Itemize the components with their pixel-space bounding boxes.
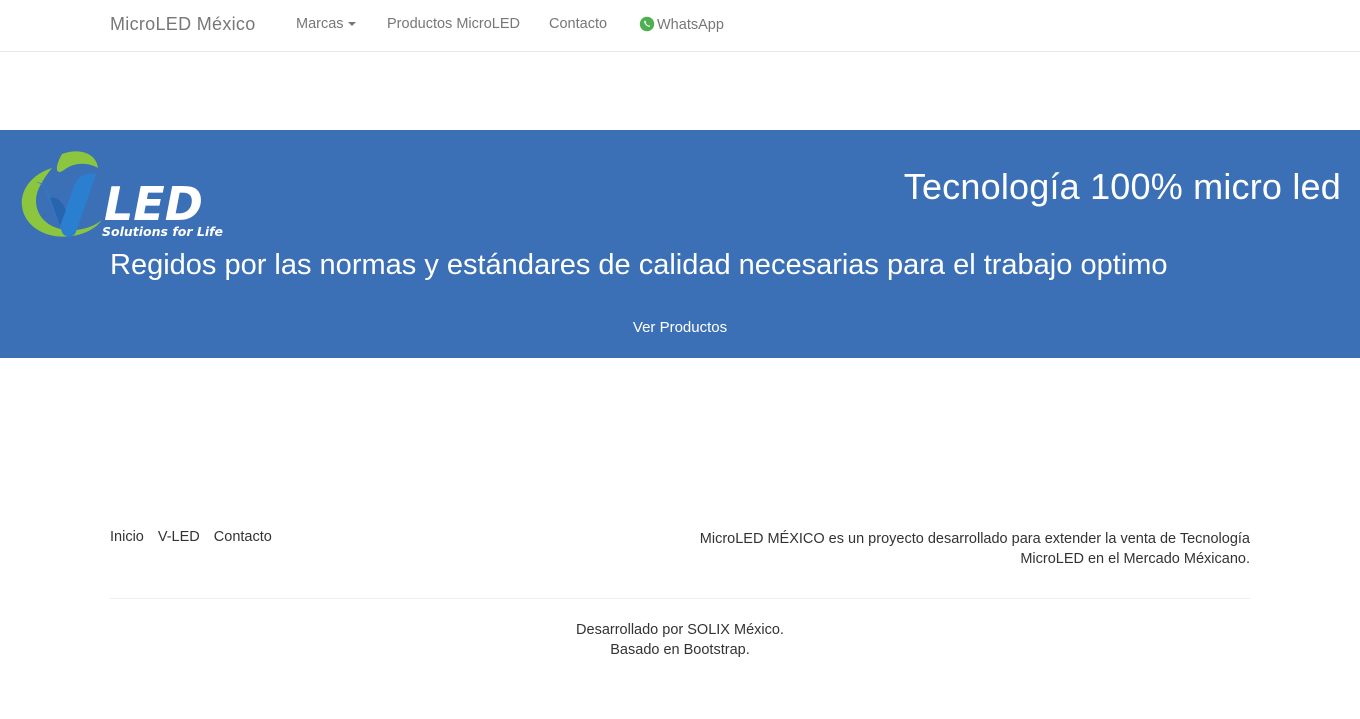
nav-item-contacto[interactable]: Contacto [549,16,607,32]
hero-banner: LED Solutions for Life Tecnología 100% m… [0,130,1360,358]
footer-credits: Desarrollado por SOLIX México. Basado en… [0,620,1360,660]
logo-wordmark: LED [104,177,203,231]
logo-tagline: Solutions for Life [102,224,223,239]
nav-item-whatsapp[interactable]: WhatsApp [639,16,724,33]
footer-link-contacto[interactable]: Contacto [214,529,272,545]
credit-developer: Desarrollado por SOLIX México. [576,622,784,638]
footer-link-inicio[interactable]: Inicio [110,529,144,545]
hero-subtitle: Regidos por las normas y estándares de c… [110,249,1168,281]
top-navbar: MicroLED México Marcas Productos MicroLE… [0,0,1360,52]
hero-title: Tecnología 100% micro led [903,166,1341,207]
nav-item-marcas[interactable]: Marcas [296,16,356,32]
whatsapp-icon [639,16,655,32]
nav-item-productos[interactable]: Productos MicroLED [387,16,520,32]
footer-link-vled[interactable]: V-LED [158,529,200,545]
vled-logo: LED Solutions for Life [21,151,223,239]
view-products-button-row: Ver Productos [0,319,1360,336]
nav-item-whatsapp-label: WhatsApp [657,17,724,33]
brand-link[interactable]: MicroLED México [110,14,256,35]
nav-item-marcas-label: Marcas [296,16,344,32]
footer-description: MicroLED MÉXICO es un proyecto desarroll… [650,529,1250,569]
caret-down-icon [347,22,356,27]
footer-links: Inicio V-LED Contacto [110,529,286,545]
footer-description-line: MicroLED MÉXICO es un proyecto desarroll… [699,531,1250,547]
view-products-button[interactable]: Ver Productos [633,319,727,336]
credit-framework: Basado en Bootstrap. [610,642,750,658]
footer-description-line: MicroLED en el Mercado Méxicano. [1020,551,1250,567]
footer-divider [110,598,1250,599]
